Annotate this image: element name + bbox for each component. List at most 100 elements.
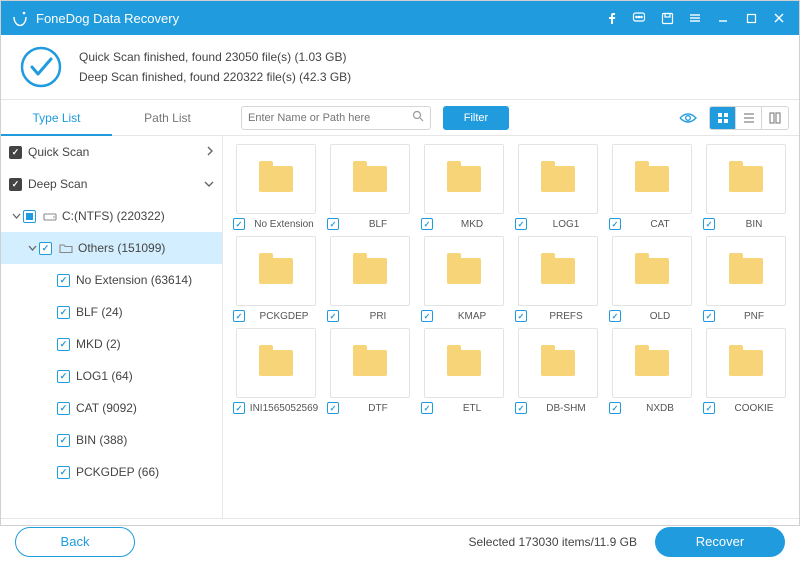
folder-icon xyxy=(447,166,481,192)
checkbox[interactable] xyxy=(421,402,433,414)
checkbox[interactable] xyxy=(233,218,245,230)
sidebar-item[interactable]: MKD (2) xyxy=(1,328,222,360)
file-type-item[interactable]: OLD xyxy=(607,236,697,322)
sidebar-drive[interactable]: C:(NTFS) (220322) xyxy=(1,200,222,232)
file-type-item[interactable]: BIN xyxy=(701,144,791,230)
save-icon[interactable] xyxy=(653,4,681,32)
checkbox[interactable] xyxy=(421,218,433,230)
scan-summary: Quick Scan finished, found 23050 file(s)… xyxy=(1,35,799,100)
file-type-item[interactable]: CAT xyxy=(607,144,697,230)
sidebar-deep-scan[interactable]: Deep Scan xyxy=(1,168,222,200)
selection-info: Selected 173030 items/11.9 GB xyxy=(468,535,637,549)
checkbox[interactable] xyxy=(327,218,339,230)
deep-scan-status: Deep Scan finished, found 220322 file(s)… xyxy=(79,67,351,87)
checkbox[interactable] xyxy=(57,434,70,447)
checkbox[interactable] xyxy=(327,310,339,322)
file-type-item[interactable]: LOG1 xyxy=(513,144,603,230)
file-type-item[interactable]: MKD xyxy=(419,144,509,230)
search-icon[interactable] xyxy=(412,109,424,127)
file-type-item[interactable]: No Extension xyxy=(231,144,321,230)
checkbox[interactable] xyxy=(703,218,715,230)
folder-icon xyxy=(353,258,387,284)
search-input[interactable] xyxy=(248,112,412,124)
checkbox[interactable] xyxy=(23,210,36,223)
file-type-item[interactable]: PRI xyxy=(325,236,415,322)
file-type-item[interactable]: NXDB xyxy=(607,328,697,414)
file-type-item[interactable]: DTF xyxy=(325,328,415,414)
file-type-item[interactable]: PREFS xyxy=(513,236,603,322)
checkbox[interactable] xyxy=(233,402,245,414)
folder-icon xyxy=(58,243,74,254)
minimize-icon[interactable] xyxy=(709,4,737,32)
view-detail-button[interactable] xyxy=(762,107,788,129)
file-type-item[interactable]: ETL xyxy=(419,328,509,414)
sidebar-item[interactable]: BIN (388) xyxy=(1,424,222,456)
checkbox[interactable] xyxy=(703,402,715,414)
file-type-item[interactable]: COOKIE xyxy=(701,328,791,414)
app-title: FoneDog Data Recovery xyxy=(36,11,597,26)
folder-icon xyxy=(259,350,293,376)
folder-icon xyxy=(729,258,763,284)
checkbox[interactable] xyxy=(609,310,621,322)
search-input-wrap[interactable] xyxy=(241,106,431,130)
recover-button[interactable]: Recover xyxy=(655,527,785,557)
checkbox[interactable] xyxy=(233,310,245,322)
checkbox[interactable] xyxy=(421,310,433,322)
sidebar-item[interactable]: PCKGDEP (66) xyxy=(1,456,222,488)
folder-thumbnail xyxy=(330,236,410,306)
checkbox[interactable] xyxy=(609,402,621,414)
checkbox[interactable] xyxy=(703,310,715,322)
filter-button[interactable]: Filter xyxy=(443,106,509,130)
sidebar-item-label: PCKGDEP (66) xyxy=(76,465,214,479)
close-icon[interactable] xyxy=(765,4,793,32)
file-type-label: OLD xyxy=(625,311,695,322)
chevron-down-icon[interactable] xyxy=(25,245,39,252)
checkbox[interactable] xyxy=(515,218,527,230)
file-type-item[interactable]: PCKGDEP xyxy=(231,236,321,322)
file-type-item[interactable]: BLF xyxy=(325,144,415,230)
folder-thumbnail xyxy=(236,144,316,214)
folder-icon xyxy=(729,166,763,192)
file-type-label: DB-SHM xyxy=(531,403,601,414)
checkbox[interactable] xyxy=(57,338,70,351)
file-type-label: PCKGDEP xyxy=(249,311,319,322)
sidebar-quick-scan[interactable]: Quick Scan xyxy=(1,136,222,168)
checkbox[interactable] xyxy=(609,218,621,230)
tab-type-list[interactable]: Type List xyxy=(1,100,112,136)
checkbox[interactable] xyxy=(515,310,527,322)
sidebar-item[interactable]: No Extension (63614) xyxy=(1,264,222,296)
sidebar-item[interactable]: CAT (9092) xyxy=(1,392,222,424)
sidebar-others[interactable]: Others (151099) xyxy=(1,232,222,264)
chevron-down-icon[interactable] xyxy=(9,213,23,220)
checkbox[interactable] xyxy=(9,178,22,191)
menu-icon[interactable] xyxy=(681,4,709,32)
sidebar-item[interactable]: BLF (24) xyxy=(1,296,222,328)
facebook-icon[interactable] xyxy=(597,4,625,32)
app-logo-icon xyxy=(11,9,29,27)
file-type-label: COOKIE xyxy=(719,403,789,414)
file-type-item[interactable]: DB-SHM xyxy=(513,328,603,414)
view-list-button[interactable] xyxy=(736,107,762,129)
checkbox[interactable] xyxy=(57,402,70,415)
sidebar-item[interactable]: LOG1 (64) xyxy=(1,360,222,392)
checkbox[interactable] xyxy=(57,370,70,383)
file-type-label: LOG1 xyxy=(531,219,601,230)
feedback-icon[interactable] xyxy=(625,4,653,32)
checkbox[interactable] xyxy=(57,306,70,319)
checkbox[interactable] xyxy=(57,274,70,287)
file-type-item[interactable]: INI1565052569 xyxy=(231,328,321,414)
checkbox[interactable] xyxy=(57,466,70,479)
checkbox[interactable] xyxy=(9,146,22,159)
file-type-label: No Extension xyxy=(249,219,319,230)
preview-icon[interactable] xyxy=(675,107,701,129)
maximize-icon[interactable] xyxy=(737,4,765,32)
folder-thumbnail xyxy=(236,328,316,398)
file-type-item[interactable]: KMAP xyxy=(419,236,509,322)
file-type-item[interactable]: PNF xyxy=(701,236,791,322)
back-button[interactable]: Back xyxy=(15,527,135,557)
checkbox[interactable] xyxy=(39,242,52,255)
checkbox[interactable] xyxy=(515,402,527,414)
tab-path-list[interactable]: Path List xyxy=(112,100,223,136)
view-grid-button[interactable] xyxy=(710,107,736,129)
checkbox[interactable] xyxy=(327,402,339,414)
